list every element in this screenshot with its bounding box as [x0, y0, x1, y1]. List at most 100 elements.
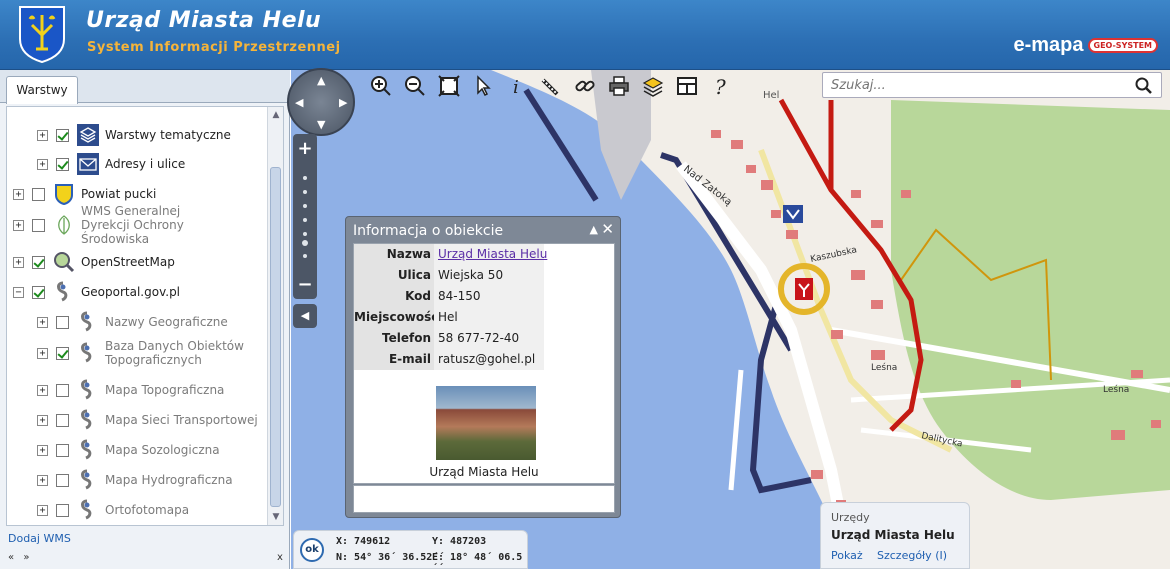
panel-tab-bar: Warstwy — [0, 70, 290, 104]
zoom-minus-button[interactable]: − — [293, 274, 317, 295]
app-subtitle: System Informacji Przestrzennej — [87, 40, 341, 55]
layer-tree: + Warstwy tematyczne + Adresy i ulice + Powia… — [6, 106, 284, 526]
building-photo[interactable] — [436, 386, 536, 460]
search-input[interactable] — [823, 73, 1123, 97]
info-icon[interactable]: i — [504, 73, 530, 99]
zoom-in-icon[interactable] — [368, 73, 394, 99]
layer-checkbox[interactable] — [56, 315, 69, 329]
place-card: Urzędy Urząd Miasta Helu Pokaż Szczegóły… — [820, 502, 970, 569]
layers-panel: Warstwy + Warstwy tematyczne + Adresy i uli… — [0, 70, 290, 569]
info-row: Telefon 58 677-72-40 — [354, 328, 544, 349]
tab-layers[interactable]: Warstwy — [6, 76, 78, 104]
expand-icon[interactable]: + — [37, 504, 48, 516]
pan-control[interactable]: ▲ ▼ ◀ ▶ — [287, 68, 355, 136]
layer-checkbox[interactable] — [56, 413, 69, 427]
layer-label[interactable]: Mapa Hydrograficzna — [105, 473, 233, 487]
geoportal-pin-icon — [77, 439, 99, 461]
layer-label[interactable]: Warstwy tematyczne — [105, 128, 231, 142]
full-extent-icon[interactable] — [436, 73, 462, 99]
print-icon[interactable] — [606, 73, 632, 99]
scroll-down-icon[interactable]: ▼ — [270, 511, 282, 523]
expand-icon[interactable]: + — [13, 256, 24, 268]
popup-footer — [353, 485, 615, 513]
layer-tree-scrollbar[interactable]: ▲ ▼ — [267, 107, 283, 525]
panel-close-button[interactable]: x — [277, 552, 283, 563]
layer-label[interactable]: Mapa Topograficzna — [105, 383, 224, 397]
measure-icon[interactable] — [538, 73, 564, 99]
layer-label[interactable]: Mapa Sozologiczna — [105, 443, 220, 457]
layer-row: − Geoportal.gov.pl — [13, 278, 180, 306]
pointer-icon[interactable] — [470, 73, 496, 99]
expand-icon[interactable]: + — [37, 316, 48, 328]
ok-button[interactable]: ok — [300, 538, 324, 562]
coordinate-readout: ok X: 749612 Y: 487203 N: 54° 36´ 36.52´… — [293, 530, 528, 569]
pan-right-icon[interactable]: ▶ — [339, 96, 347, 109]
collapse-panel-button[interactable]: ◀ — [293, 304, 317, 328]
layer-checkbox[interactable] — [56, 128, 69, 142]
layer-checkbox[interactable] — [32, 218, 45, 232]
collapse-icon[interactable]: − — [13, 286, 24, 298]
layer-label[interactable]: Baza Danych Obiektów Topograficznych — [105, 339, 255, 367]
layer-checkbox[interactable] — [56, 473, 69, 487]
next-icon[interactable]: » — [23, 552, 29, 563]
layer-label[interactable]: Adresy i ulice — [105, 157, 185, 171]
info-key: Kod — [354, 286, 434, 307]
expand-icon[interactable]: + — [37, 158, 48, 170]
expand-icon[interactable]: + — [13, 219, 24, 231]
expand-icon[interactable]: + — [13, 188, 24, 200]
scroll-up-icon[interactable]: ▲ — [270, 109, 282, 121]
info-value: 58 677-72-40 — [434, 328, 544, 349]
layer-checkbox[interactable] — [56, 443, 69, 457]
zoom-out-icon[interactable] — [402, 73, 428, 99]
expand-icon[interactable]: + — [37, 384, 48, 396]
popup-close-icon[interactable]: ✕ — [601, 220, 614, 238]
add-wms-link[interactable]: Dodaj WMS — [8, 532, 71, 545]
search-icon[interactable] — [1135, 77, 1153, 95]
layer-label[interactable]: Nazwy Geograficzne — [105, 315, 228, 329]
scroll-thumb[interactable] — [270, 167, 281, 507]
place-show-link[interactable]: Pokaż — [831, 549, 863, 562]
layer-checkbox[interactable] — [32, 187, 45, 201]
info-value: ratusz@gohel.pl — [434, 349, 544, 370]
place-details-link[interactable]: Szczegóły (I) — [877, 549, 947, 562]
zoom-slider[interactable]: + − — [293, 134, 317, 299]
help-icon[interactable]: ? — [708, 73, 734, 99]
brand-logo[interactable]: e-mapa GEO-SYSTEM — [1013, 34, 1158, 57]
link-icon[interactable] — [572, 73, 598, 99]
coord-y: Y: 487203 — [432, 536, 487, 547]
expand-icon[interactable]: + — [37, 414, 48, 426]
expand-icon[interactable]: + — [37, 444, 48, 456]
layout-icon[interactable] — [674, 73, 700, 99]
zoom-plus-button[interactable]: + — [293, 138, 317, 159]
svg-text:?: ? — [715, 75, 726, 97]
prev-icon[interactable]: « — [8, 552, 14, 563]
layer-label[interactable]: Mapa Sieci Transportowej — [105, 413, 258, 427]
info-value: Hel — [434, 307, 544, 328]
map-label-lesna-2: Leśna — [1103, 384, 1129, 395]
county-crest-icon — [53, 183, 75, 205]
layer-label[interactable]: OpenStreetMap — [81, 255, 175, 269]
layer-row: + Baza Danych Obiektów Topograficznych — [37, 335, 255, 371]
layer-label[interactable]: WMS Generalnej Dyrekcji Ochrony Środowis… — [81, 204, 231, 246]
expand-icon[interactable]: + — [37, 129, 48, 141]
geoportal-pin-icon — [77, 469, 99, 491]
layers-icon[interactable] — [640, 73, 666, 99]
popup-minimize-icon[interactable]: ▲ — [590, 223, 598, 236]
expand-icon[interactable]: + — [37, 347, 48, 359]
pan-up-icon[interactable]: ▲ — [317, 74, 325, 87]
layer-checkbox[interactable] — [56, 346, 69, 360]
leaf-icon — [53, 214, 75, 236]
layer-label[interactable]: Geoportal.gov.pl — [81, 285, 180, 299]
layer-checkbox[interactable] — [56, 503, 69, 517]
layer-checkbox[interactable] — [32, 255, 45, 269]
layer-label[interactable]: Powiat pucki — [81, 187, 156, 201]
layer-label[interactable]: Ortofotomapa — [105, 503, 189, 517]
info-value-link[interactable]: Urząd Miasta Helu — [434, 244, 547, 265]
pan-left-icon[interactable]: ◀ — [295, 96, 303, 109]
expand-icon[interactable]: + — [37, 474, 48, 486]
layer-checkbox[interactable] — [56, 383, 69, 397]
pan-down-icon[interactable]: ▼ — [317, 118, 325, 131]
info-key: Miejscowość — [354, 307, 438, 328]
layer-checkbox[interactable] — [56, 157, 69, 171]
layer-checkbox[interactable] — [32, 285, 45, 299]
